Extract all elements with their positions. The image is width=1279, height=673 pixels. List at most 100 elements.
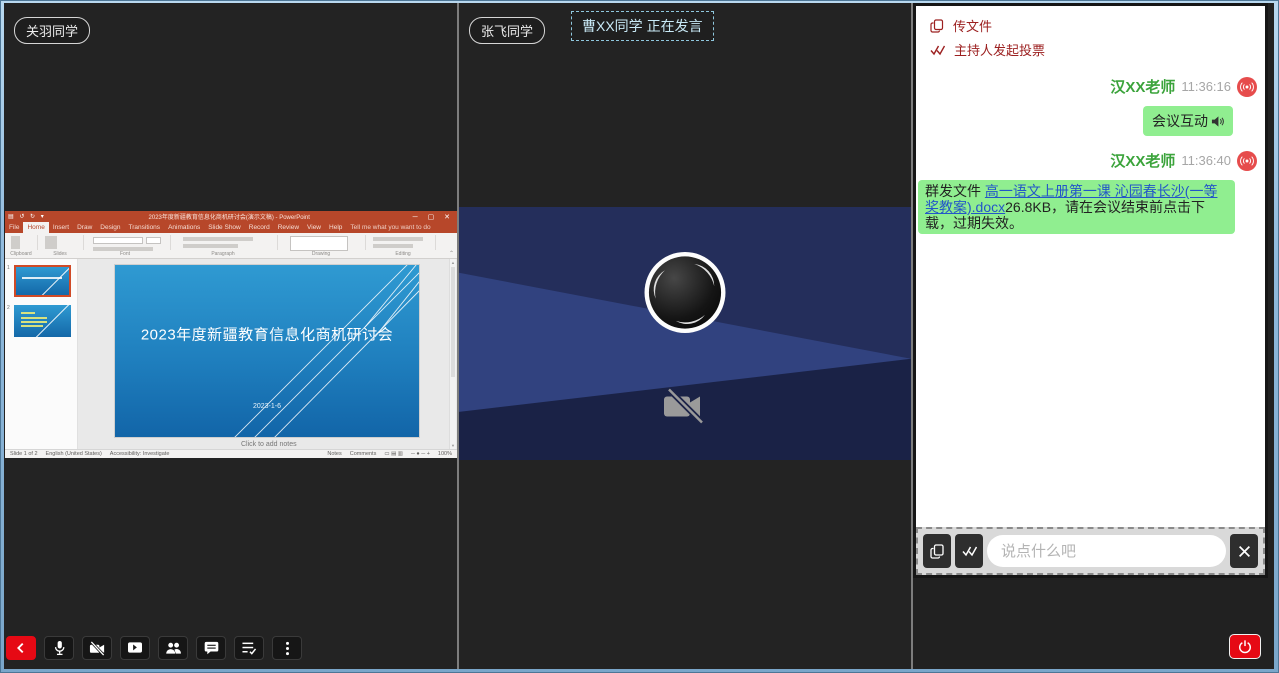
power-off-button[interactable] [1229, 634, 1261, 659]
ppt-tab-home: Home [23, 222, 48, 233]
chevron-left-icon [14, 641, 28, 655]
message-header: 汉XX老师 11:36:16 [924, 76, 1257, 97]
ppt-tab-view: View [303, 222, 325, 233]
ppt-window-controls: ─ ▢ ✕ [413, 213, 454, 221]
panel-divider-left [457, 3, 459, 669]
ppt-thumb-number-2: 2 [7, 305, 10, 311]
chat-panel: 传文件 主持人发起投票 汉XX老师 11:36:16 [913, 3, 1268, 578]
obs-logo-icon [641, 249, 729, 342]
ppt-slide-thumbnail-2 [14, 305, 71, 337]
notice-file-transfer[interactable]: 传文件 [930, 16, 1257, 35]
double-check-icon [962, 545, 977, 557]
ppt-ribbon-collapse-icon: ⌃ [449, 251, 454, 257]
ppt-thumbnail-panel: 1 2 [5, 259, 78, 449]
share-screen-icon [127, 641, 143, 655]
ppt-status-bar: Slide 1 of 2 English (United States) Acc… [5, 449, 457, 458]
ppt-status-zoom: 100% [438, 451, 452, 457]
ppt-tab-record: Record [245, 222, 274, 233]
double-check-icon [930, 44, 945, 56]
ppt-slide: 2023年度新疆教育信息化商机研讨会 2023-1-6 [115, 265, 419, 437]
chat-message-list: 传文件 主持人发起投票 汉XX老师 11:36:16 [916, 6, 1265, 527]
notice-label: 主持人发起投票 [954, 40, 1045, 59]
speaker-icon [1211, 115, 1224, 128]
slide-title: 2023年度新疆教育信息化商机研讨会 [115, 323, 419, 344]
participants-icon [165, 641, 182, 655]
ppt-slide-canvas-area: 2023年度新疆教育信息化商机研讨会 2023-1-6 [78, 259, 449, 449]
camera-off-icon [89, 641, 106, 656]
ppt-group-drawing: Drawing [312, 251, 330, 257]
chat-message-input[interactable] [987, 535, 1226, 567]
share-screen-button[interactable] [120, 636, 150, 660]
ppt-tab-insert: Insert [49, 222, 73, 233]
close-icon [1238, 545, 1251, 558]
list-check-icon [241, 641, 257, 655]
message-time: 11:36:16 [1181, 79, 1231, 94]
video-panel-center: 张飞同学 曹XX同学 正在发言 [459, 3, 911, 669]
send-file-button[interactable] [923, 534, 951, 568]
participant-name: 关羽同学 [26, 24, 78, 39]
ppt-tab-slideshow: Slide Show [204, 222, 245, 233]
message-sender: 汉XX老师 [1110, 150, 1175, 171]
slide-date: 2023-1-6 [115, 403, 419, 410]
ppt-status-comments: Comments [350, 451, 377, 457]
ppt-status-slide: Slide 1 of 2 [10, 451, 38, 457]
ppt-tab-animations: Animations [164, 222, 204, 233]
camera-off-icon [662, 389, 708, 430]
camera-off-button[interactable] [82, 636, 112, 660]
vote-button[interactable] [955, 534, 983, 568]
more-button[interactable] [272, 636, 302, 660]
ppt-group-editing: Editing [395, 251, 410, 257]
chat-bubble: 会议互动 [1143, 106, 1233, 136]
close-chat-button[interactable] [1230, 534, 1258, 568]
ppt-scrollbar: ▲ ▼ [449, 259, 456, 449]
speaking-indicator: 曹XX同学 正在发言 [571, 11, 714, 41]
ppt-ribbon: Clipboard Slides Font Paragraph Drawing … [5, 233, 457, 259]
ppt-status-language: English (United States) [46, 451, 102, 457]
ppt-status-notes: Notes [327, 451, 341, 457]
ppt-tab-transitions: Transitions [125, 222, 165, 233]
message-time: 11:36:40 [1181, 153, 1231, 168]
ppt-window-title: 2023年度新疆教育信息化商机研讨会(演示文稿) - PowerPoint [46, 212, 413, 221]
message-sender: 汉XX老师 [1110, 76, 1175, 97]
ppt-quick-access-icons: ▤ ↺ ↻ ▾ [8, 213, 46, 220]
notice-label: 传文件 [953, 16, 992, 35]
ppt-zoom-slider: ─ ● ─ + [411, 451, 430, 457]
file-copy-icon [930, 19, 944, 33]
ppt-status-accessibility: Accessibility: Investigate [110, 451, 170, 457]
meeting-window: 关羽同学 ▤ ↺ ↻ ▾ 2023年度新疆教育信息化商机研讨会(演示文稿) - … [4, 3, 1274, 669]
power-icon [1238, 639, 1252, 654]
message-prefix: 群发文件 [925, 183, 985, 199]
ppt-group-clipboard: Clipboard [10, 251, 31, 257]
chat-bubble-icon [204, 641, 219, 655]
participants-button[interactable] [158, 636, 188, 660]
back-button[interactable] [6, 636, 36, 660]
notice-host-vote[interactable]: 主持人发起投票 [930, 40, 1257, 59]
ppt-thumb-number-1: 1 [7, 265, 10, 271]
chat-bubble-file: 群发文件 高一语文上册第一课 沁园春长沙(一等奖教案).docx26.8KB，请… [918, 180, 1235, 234]
microphone-button[interactable] [44, 636, 74, 660]
ppt-menu-bar: File Home Insert Draw Design Transitions… [5, 222, 457, 233]
ppt-tellme: Tell me what you want to do [346, 222, 434, 233]
message-text: 会议互动 [1152, 111, 1208, 131]
chat-input-bar [916, 527, 1265, 575]
ppt-slide-thumbnail-1 [14, 265, 71, 297]
ppt-tab-file: File [5, 222, 23, 233]
ppt-tab-draw: Draw [73, 222, 96, 233]
meeting-toolbar [6, 636, 302, 660]
chat-button[interactable] [196, 636, 226, 660]
ppt-group-paragraph: Paragraph [211, 251, 234, 257]
ppt-tab-design: Design [96, 222, 124, 233]
ppt-tab-help: Help [325, 222, 346, 233]
ppt-title-bar: ▤ ↺ ↻ ▾ 2023年度新疆教育信息化商机研讨会(演示文稿) - Power… [5, 211, 457, 222]
participant-name: 张飞同学 [481, 24, 533, 39]
ppt-group-slides: Slides [53, 251, 67, 257]
participant-name-badge: 关羽同学 [14, 17, 90, 44]
slide-diagonal-lines [115, 265, 419, 437]
vote-list-button[interactable] [234, 636, 264, 660]
message-header: 汉XX老师 11:36:40 [924, 150, 1257, 171]
video-panel-left: 关羽同学 ▤ ↺ ↻ ▾ 2023年度新疆教育信息化商机研讨会(演示文稿) - … [4, 3, 457, 669]
microphone-icon [52, 640, 67, 656]
file-copy-icon [930, 544, 944, 559]
kebab-menu-icon [285, 641, 290, 656]
ppt-group-font: Font [120, 251, 130, 257]
